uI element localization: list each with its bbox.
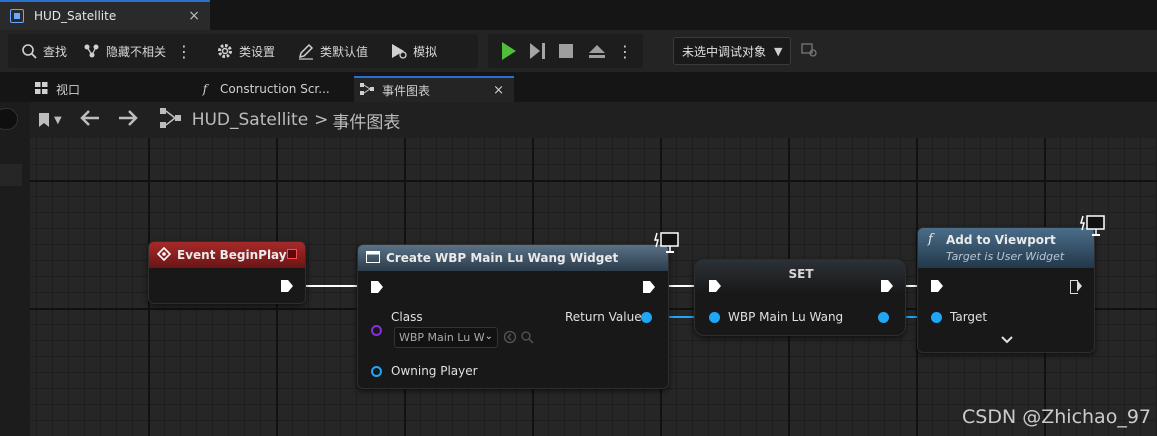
chevron-down-icon: ▼	[774, 44, 783, 58]
class-pin[interactable]	[371, 325, 382, 336]
node-header: Event BeginPlay	[149, 242, 305, 268]
back-arrow-icon[interactable]	[79, 110, 100, 130]
return-value-pin[interactable]	[641, 312, 652, 323]
class-settings-label: 类设置	[239, 44, 276, 59]
use-selected-icon[interactable]	[503, 330, 517, 347]
left-panel-strip	[0, 102, 30, 436]
eject-icon[interactable]	[589, 44, 605, 58]
left-panel-item[interactable]	[0, 164, 22, 186]
function-icon: f	[928, 232, 933, 247]
class-settings-button[interactable]: 类设置	[210, 37, 281, 65]
variable-label: WBP Main Lu Wang	[728, 310, 844, 324]
toolbar-left-group: 查找 隐藏不相关 ⋮ 类设置 类默认值 模拟	[8, 34, 478, 68]
exec-in-pin[interactable]	[371, 281, 383, 293]
hide-unrelated-button[interactable]: 隐藏不相关	[77, 37, 172, 65]
delegate-pin-icon[interactable]	[287, 249, 297, 259]
title-bar: HUD_Satellite ×	[0, 0, 1157, 30]
gear-icon	[216, 42, 234, 60]
hide-unrelated-icon	[83, 42, 101, 60]
breadcrumb-separator: >	[314, 110, 329, 130]
search-pill[interactable]	[0, 108, 18, 130]
class-defaults-label: 类默认值	[320, 44, 369, 59]
watermark: CSDN @Zhichao_97	[962, 406, 1151, 428]
panel-tab-bar: 视口 f Construction Scr... 事件图表 ×	[0, 74, 1157, 102]
toolbar: 查找 隐藏不相关 ⋮ 类设置 类默认值 模拟 ⋮ 未选中调试对象 ▼	[0, 30, 1157, 72]
widget-icon	[366, 250, 380, 266]
simulate-icon	[390, 42, 408, 60]
exec-out-pin[interactable]	[1070, 280, 1082, 294]
close-tab-icon[interactable]: ×	[493, 83, 504, 98]
stop-icon[interactable]	[559, 44, 573, 58]
node-title: Event BeginPlay	[177, 248, 287, 262]
node-subtitle: Target is User Widget	[946, 250, 1065, 263]
bookmark-icon[interactable]: ▼	[38, 112, 62, 128]
tab-viewport[interactable]: 视口	[34, 76, 184, 102]
close-tab-icon[interactable]: ×	[188, 8, 200, 24]
edit-pencil-icon	[297, 42, 315, 60]
document-tab[interactable]: HUD_Satellite ×	[0, 0, 210, 30]
value-out-pin[interactable]	[878, 312, 889, 323]
add-to-viewport-node[interactable]: f Add to Viewport Target is User Widget …	[917, 215, 1105, 353]
class-defaults-button[interactable]: 类默认值	[291, 37, 374, 65]
breadcrumb-graph: 事件图表	[332, 112, 401, 133]
more-options-icon[interactable]: ⋮	[172, 42, 196, 61]
owning-player-label: Owning Player	[391, 364, 478, 378]
simulate-label: 模拟	[413, 44, 438, 59]
playback-options-icon[interactable]: ⋮	[613, 42, 637, 61]
debug-object-value: 未选中调试对象	[682, 44, 767, 59]
node-header: f Add to Viewport Target is User Widget	[918, 228, 1094, 268]
exec-in-pin[interactable]	[709, 280, 721, 292]
graph-icon	[159, 108, 182, 132]
node-header: Create WBP Main Lu Wang Widget	[358, 245, 668, 271]
blueprint-icon	[10, 9, 24, 23]
node-title: Create WBP Main Lu Wang Widget	[386, 251, 619, 265]
tab-construction-script[interactable]: f Construction Scr...	[198, 76, 348, 102]
target-label: Target	[950, 310, 988, 324]
graph-icon	[360, 82, 374, 98]
expand-chevron-icon[interactable]	[1000, 334, 1014, 348]
node-title: SET	[788, 267, 814, 281]
play-icon[interactable]	[502, 42, 516, 60]
node-title: Add to Viewport	[946, 233, 1056, 247]
owning-player-pin[interactable]	[371, 366, 382, 377]
exec-out-pin[interactable]	[643, 281, 655, 293]
find-button[interactable]: 查找	[14, 37, 73, 65]
create-widget-node[interactable]: Create WBP Main Lu Wang Widget Class WBP…	[357, 232, 679, 389]
hide-unrelated-label: 隐藏不相关	[106, 44, 167, 59]
exec-out-pin[interactable]	[881, 280, 893, 292]
client-only-icon	[1080, 214, 1106, 241]
event-icon	[156, 246, 172, 264]
tab-construction-label: Construction Scr...	[220, 82, 330, 96]
playback-controls: ⋮	[488, 34, 643, 68]
viewport-icon	[34, 81, 48, 97]
debug-filter-icon[interactable]	[801, 41, 818, 61]
return-value-label: Return Value	[565, 310, 642, 324]
event-beginplay-node[interactable]: Event BeginPlay	[148, 241, 306, 304]
tab-event-graph[interactable]: 事件图表 ×	[354, 76, 514, 102]
value-in-pin[interactable]	[709, 312, 720, 323]
class-label: Class	[391, 310, 423, 324]
tab-viewport-label: 视口	[56, 82, 81, 97]
step-icon[interactable]	[530, 43, 545, 59]
exec-out-pin[interactable]	[281, 280, 293, 292]
find-label: 查找	[43, 44, 68, 59]
class-dropdown-value: WBP Main Lu W	[399, 331, 485, 344]
function-icon: f	[202, 82, 208, 96]
set-variable-node[interactable]: SET WBP Main Lu Wang	[694, 259, 906, 336]
class-dropdown[interactable]: WBP Main Lu W ⌄	[394, 327, 498, 348]
simulate-button[interactable]: 模拟	[384, 37, 443, 65]
tab-event-graph-label: 事件图表	[382, 83, 431, 98]
document-tab-label: HUD_Satellite	[34, 9, 117, 23]
breadcrumb-blueprint[interactable]: HUD_Satellite	[192, 110, 308, 130]
exec-in-pin[interactable]	[931, 280, 943, 292]
target-pin[interactable]	[931, 312, 942, 323]
search-icon	[20, 42, 38, 60]
debug-object-select[interactable]: 未选中调试对象 ▼	[673, 37, 792, 65]
browse-search-icon[interactable]	[520, 330, 534, 347]
forward-arrow-icon[interactable]	[118, 110, 138, 130]
chevron-down-icon: ⌄	[484, 331, 493, 342]
client-only-icon	[654, 231, 680, 258]
graph-header: ▼ HUD_Satellite > 事件图表	[30, 102, 1157, 138]
